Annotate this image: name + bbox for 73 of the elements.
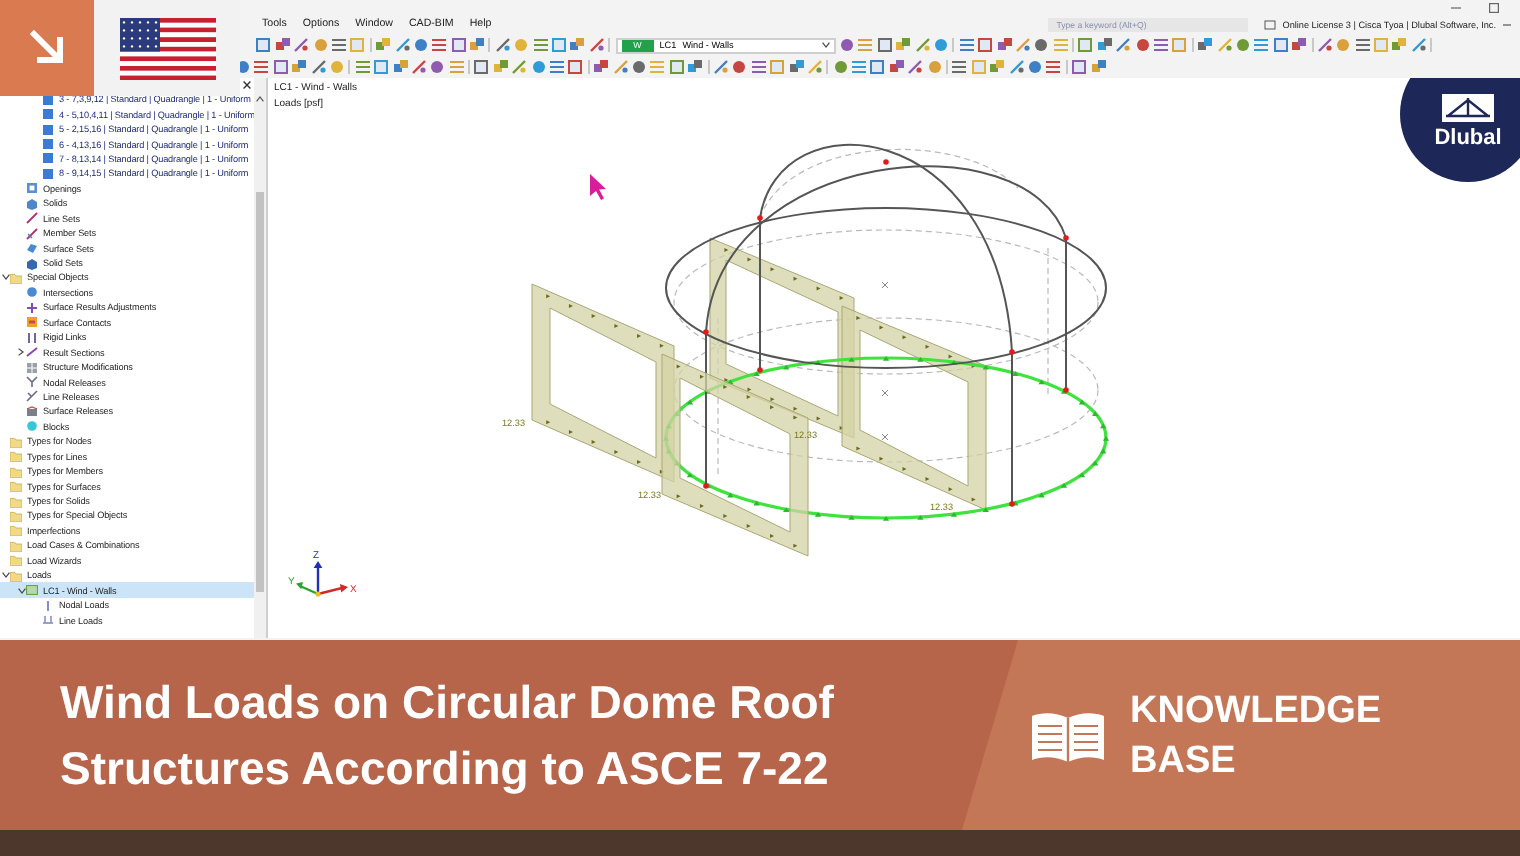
minimize-icon[interactable] bbox=[1450, 1, 1462, 13]
category-label: KNOWLEDGE BASE bbox=[1130, 687, 1384, 785]
cube-icon bbox=[26, 197, 38, 210]
toolbar-icon[interactable] bbox=[1116, 38, 1131, 52]
pointer-icon bbox=[590, 174, 606, 200]
toolbar-icon[interactable] bbox=[432, 38, 447, 52]
toolbar-icon[interactable] bbox=[1046, 60, 1061, 74]
toolbar-icon[interactable] bbox=[311, 60, 326, 74]
caret-down-icon[interactable] bbox=[17, 587, 25, 594]
grid-icon bbox=[26, 361, 38, 374]
toolbar-icon[interactable] bbox=[1135, 38, 1150, 52]
toolbar-icon[interactable] bbox=[1015, 38, 1030, 52]
book-icon bbox=[1030, 707, 1106, 763]
line-icon bbox=[26, 346, 38, 359]
toolbar-icon[interactable] bbox=[915, 38, 930, 52]
toolbar-icon[interactable] bbox=[631, 60, 646, 74]
toolbar-icon[interactable] bbox=[952, 60, 967, 74]
toolbar-icon[interactable] bbox=[512, 60, 527, 74]
circle-icon bbox=[26, 420, 38, 433]
scrollbar-thumb[interactable] bbox=[256, 192, 264, 592]
toolbar-icon[interactable] bbox=[613, 60, 628, 74]
toolbar-icon[interactable] bbox=[411, 60, 426, 74]
caret-down-icon bbox=[821, 42, 830, 48]
toolbar-icon[interactable] bbox=[395, 38, 410, 52]
toolbar-icon[interactable] bbox=[1217, 38, 1232, 52]
toolbar-icon[interactable] bbox=[732, 60, 747, 74]
bridge-logo-icon bbox=[1442, 94, 1494, 122]
frame-icon bbox=[26, 182, 38, 195]
toolbar-icon[interactable] bbox=[751, 60, 766, 74]
toolbar-icon[interactable] bbox=[908, 60, 923, 74]
dash-icon bbox=[1502, 19, 1512, 29]
toolbar-icon[interactable] bbox=[1355, 38, 1370, 52]
toolbar-icon[interactable] bbox=[1336, 38, 1351, 52]
toolbar-icon[interactable] bbox=[1317, 38, 1332, 52]
toolbar-icon[interactable] bbox=[550, 60, 565, 74]
toolbar-icon[interactable] bbox=[1411, 38, 1426, 52]
toolbar-icon[interactable] bbox=[533, 38, 548, 52]
toolbar-icon[interactable] bbox=[589, 38, 604, 52]
toolbar-icon[interactable] bbox=[959, 38, 974, 52]
contact-icon bbox=[26, 316, 38, 329]
toolbar-icon[interactable] bbox=[858, 38, 873, 52]
logo-text: Dlubal bbox=[1434, 126, 1502, 150]
circle-icon bbox=[26, 286, 38, 299]
caret-down-icon[interactable] bbox=[1, 572, 9, 579]
surface-icon bbox=[26, 242, 38, 255]
folder-icon bbox=[10, 271, 22, 284]
toolbar-icon[interactable] bbox=[1235, 38, 1250, 52]
toolbar-icon[interactable] bbox=[495, 38, 510, 52]
arrow-icon bbox=[27, 28, 67, 68]
origin-icon bbox=[315, 591, 321, 597]
toolbar-icon[interactable] bbox=[852, 60, 867, 74]
toolbar-icon[interactable] bbox=[1254, 38, 1269, 52]
scroll-up-icon[interactable] bbox=[256, 96, 264, 102]
toolbar-icon[interactable] bbox=[331, 38, 346, 52]
toolbar-icon[interactable] bbox=[355, 60, 370, 74]
maximize-icon[interactable] bbox=[1488, 1, 1500, 13]
toolbar-icon[interactable] bbox=[294, 38, 309, 52]
toolbar-icon[interactable] bbox=[449, 60, 464, 74]
toolbar-icon[interactable] bbox=[807, 60, 822, 74]
link-icon bbox=[26, 331, 38, 344]
node-icon bbox=[26, 301, 38, 314]
close-icon[interactable] bbox=[242, 80, 252, 90]
license-icon bbox=[1264, 19, 1277, 29]
toolbar-icon[interactable] bbox=[1009, 60, 1024, 74]
load-case-icon bbox=[26, 584, 38, 597]
toolbar-icon[interactable] bbox=[713, 60, 728, 74]
caret-right-icon[interactable] bbox=[18, 348, 24, 357]
flag-icon bbox=[119, 17, 215, 79]
toolbar-icon[interactable] bbox=[1154, 38, 1169, 52]
banner-title: Wind Loads on Circular Dome Roof Structures According to ASCE 7-22 bbox=[58, 674, 836, 798]
caret-down-icon[interactable] bbox=[1, 274, 9, 281]
cube-icon bbox=[26, 257, 38, 270]
toolbar-icon[interactable] bbox=[254, 60, 269, 74]
